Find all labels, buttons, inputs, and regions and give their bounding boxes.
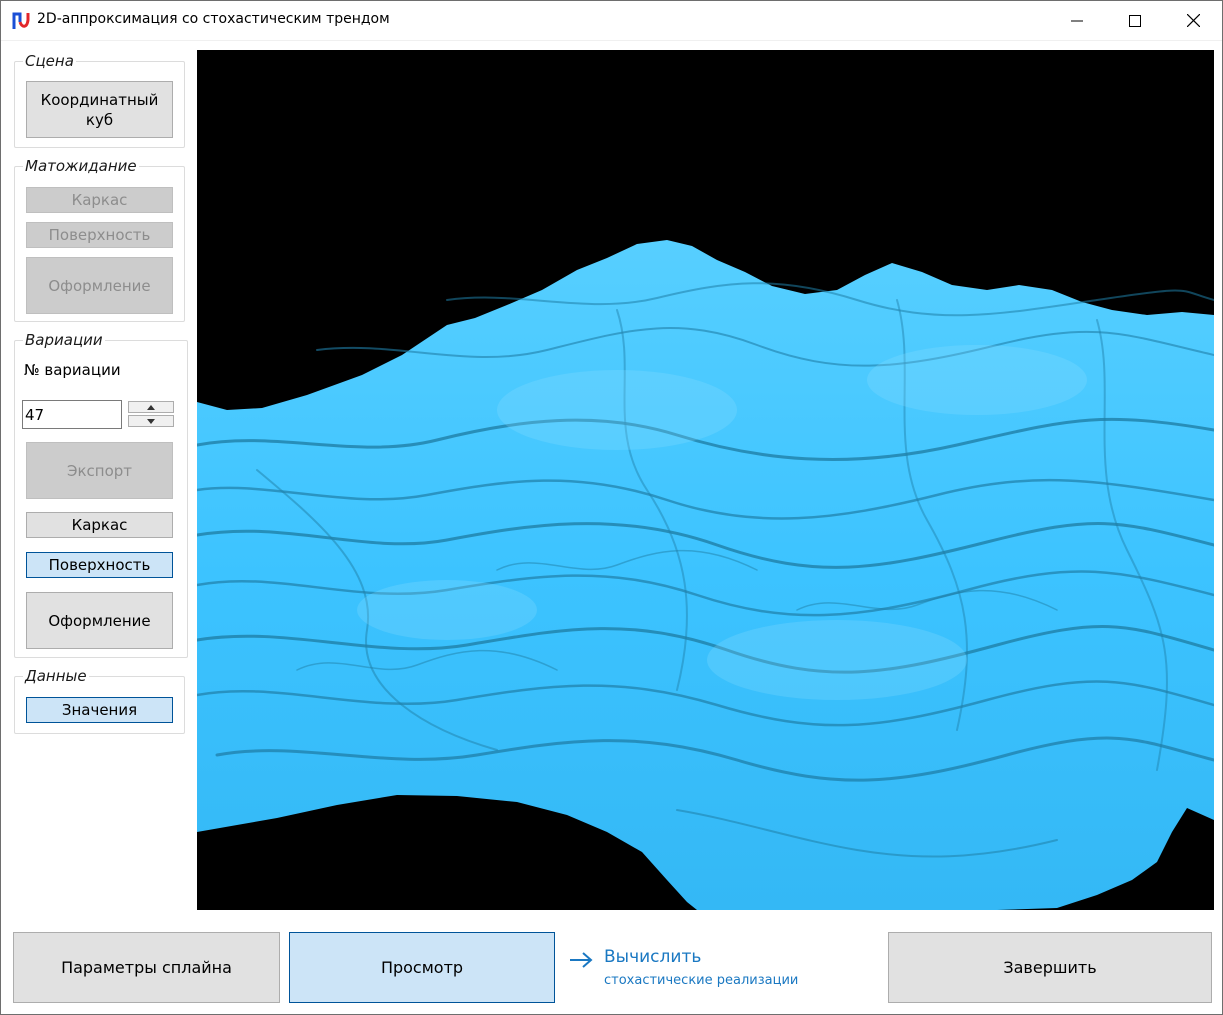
variation-number-label: № вариации <box>24 361 121 379</box>
surface-render <box>197 240 1214 910</box>
expectation-style-button[interactable]: Оформление <box>26 257 173 314</box>
data-legend: Данные <box>25 667 87 685</box>
chevron-up-icon <box>147 404 155 410</box>
expectation-surface-button[interactable]: Поверхность <box>26 222 173 248</box>
spinner-down-button[interactable] <box>128 415 174 427</box>
spline-params-button[interactable]: Параметры сплайна <box>13 932 280 1003</box>
finish-button[interactable]: Завершить <box>888 932 1212 1003</box>
title-bar[interactable]: 2D-аппроксимация со стохастическим тренд… <box>1 1 1222 41</box>
minimize-icon <box>1071 20 1083 21</box>
expectation-frame-button[interactable]: Каркас <box>26 187 173 213</box>
variation-style-button[interactable]: Оформление <box>26 592 173 649</box>
variation-frame-button[interactable]: Каркас <box>26 512 173 538</box>
scene-legend: Сцена <box>25 52 74 70</box>
calculate-subtitle[interactable]: стохастические реализации <box>604 973 798 988</box>
app-window: 2D-аппроксимация со стохастическим тренд… <box>0 0 1223 1015</box>
preview-button[interactable]: Просмотр <box>289 932 555 1003</box>
values-button[interactable]: Значения <box>26 697 173 723</box>
window-title: 2D-аппроксимация со стохастическим тренд… <box>37 11 390 27</box>
variation-number-spinner[interactable] <box>128 401 176 428</box>
stochastic-surface <box>197 240 1214 910</box>
variation-surface-button[interactable]: Поверхность <box>26 552 173 578</box>
calculate-title[interactable]: Вычислить <box>604 947 701 967</box>
chevron-down-icon <box>147 418 155 424</box>
app-logo-icon <box>12 12 30 29</box>
spinner-up-button[interactable] <box>128 401 174 413</box>
variations-legend: Вариации <box>25 331 103 349</box>
close-button[interactable] <box>1164 1 1222 40</box>
maximize-icon <box>1129 14 1141 27</box>
coordinate-cube-button[interactable]: Координатный куб <box>26 81 173 138</box>
surface-viewport[interactable] <box>197 50 1214 910</box>
maximize-button[interactable] <box>1106 1 1164 40</box>
close-icon <box>1186 14 1200 27</box>
client-area: Сцена Координатный куб Матожидание Карка… <box>1 41 1222 1014</box>
expectation-legend: Матожидание <box>25 157 137 175</box>
minimize-button[interactable] <box>1048 1 1106 40</box>
variation-number-input[interactable] <box>22 400 122 429</box>
export-button[interactable]: Экспорт <box>26 442 173 499</box>
arrow-right-icon <box>570 952 593 968</box>
